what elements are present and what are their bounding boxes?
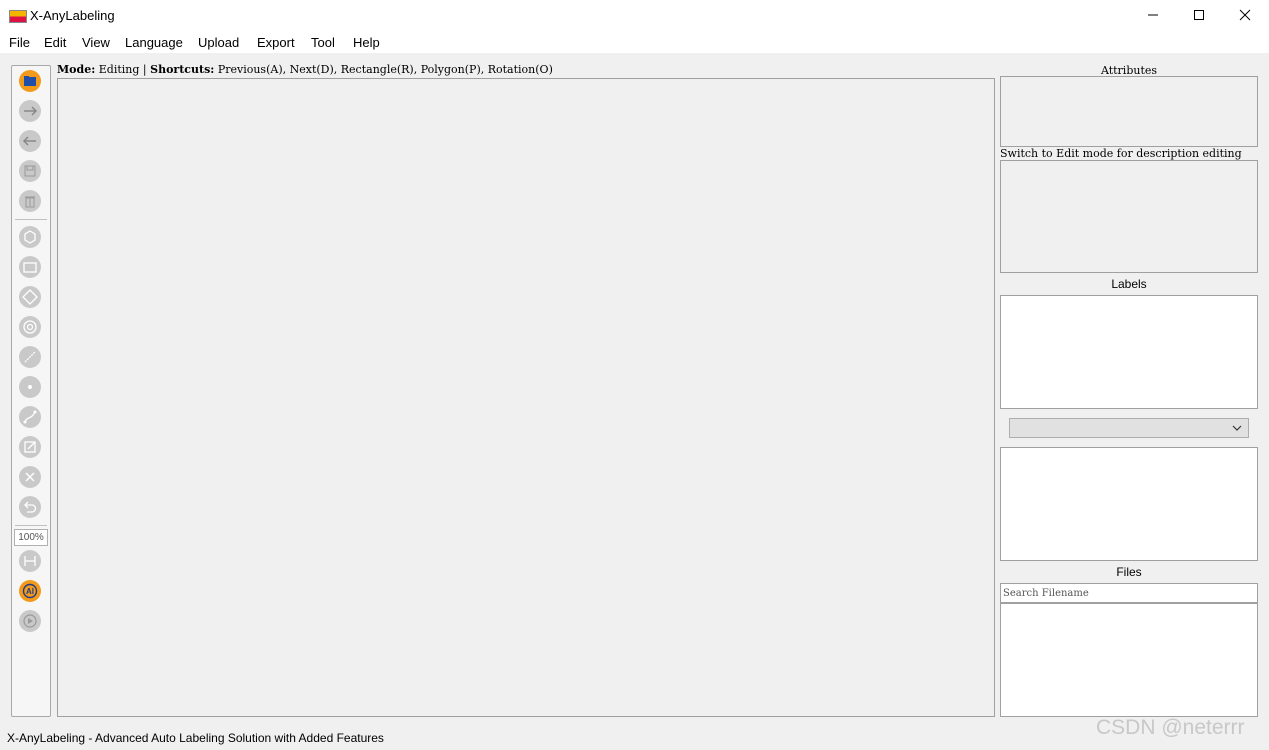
menu-edit[interactable]: Edit bbox=[44, 35, 66, 50]
menu-view[interactable]: View bbox=[82, 35, 110, 50]
close-button[interactable] bbox=[1222, 0, 1268, 31]
labels-title: Labels bbox=[1111, 277, 1147, 291]
tools-toolbar: 100% AI bbox=[11, 65, 51, 717]
linestrip-icon bbox=[23, 410, 37, 424]
description-panel[interactable] bbox=[1000, 160, 1258, 273]
mode-shortcuts-line: Mode: Editing | Shortcuts: Previous(A), … bbox=[57, 63, 553, 76]
create-line-button[interactable] bbox=[19, 346, 41, 368]
fit-width-icon bbox=[24, 556, 36, 566]
maximize-button[interactable] bbox=[1176, 0, 1222, 31]
delete-polygon-button[interactable] bbox=[19, 466, 41, 488]
fit-width-button[interactable] bbox=[19, 550, 41, 572]
line-icon bbox=[24, 351, 36, 363]
mode-value: Editing bbox=[98, 63, 140, 76]
label-filter-dropdown[interactable] bbox=[1009, 418, 1249, 438]
folder-open-icon bbox=[24, 76, 36, 86]
close-icon bbox=[1239, 9, 1251, 21]
edit-icon bbox=[24, 441, 36, 453]
files-title: Files bbox=[1116, 565, 1142, 579]
auto-labeling-button[interactable]: AI bbox=[19, 580, 41, 602]
arrow-left-icon bbox=[22, 136, 36, 146]
delete-file-button[interactable] bbox=[19, 190, 41, 212]
edit-polygon-button[interactable] bbox=[19, 436, 41, 458]
image-canvas[interactable] bbox=[57, 78, 995, 717]
shortcuts-value: Previous(A), Next(D), Rectangle(R), Poly… bbox=[217, 63, 553, 76]
create-rectangle-button[interactable] bbox=[19, 256, 41, 278]
arrow-right-icon bbox=[24, 106, 38, 116]
polygon-icon bbox=[24, 230, 36, 244]
shortcuts-label: Shortcuts: bbox=[150, 63, 215, 76]
minimize-button[interactable] bbox=[1130, 0, 1176, 31]
mode-label: Mode: bbox=[57, 63, 96, 76]
previous-image-button[interactable] bbox=[19, 130, 41, 152]
menu-help[interactable]: Help bbox=[353, 35, 380, 50]
next-image-button[interactable] bbox=[19, 100, 41, 122]
create-rotation-button[interactable] bbox=[19, 286, 41, 308]
undo-button[interactable] bbox=[19, 496, 41, 518]
create-linestrip-button[interactable] bbox=[19, 406, 41, 428]
menu-export[interactable]: Export bbox=[257, 35, 295, 50]
title-bar: X-AnyLabeling bbox=[0, 0, 1269, 31]
open-folder-button[interactable] bbox=[19, 70, 41, 92]
point-icon bbox=[28, 385, 32, 389]
status-bar: X-AnyLabeling - Advanced Auto Labeling S… bbox=[7, 731, 384, 745]
delete-x-icon bbox=[25, 472, 35, 482]
rectangle-icon bbox=[23, 262, 37, 273]
play-icon bbox=[23, 614, 37, 628]
run-all-button[interactable] bbox=[19, 610, 41, 632]
menu-tool[interactable]: Tool bbox=[311, 35, 335, 50]
circle-icon bbox=[23, 320, 37, 334]
create-point-button[interactable] bbox=[19, 376, 41, 398]
labels-list[interactable] bbox=[1000, 295, 1258, 409]
x-anylabeling-logo-icon bbox=[9, 10, 27, 23]
menu-upload[interactable]: Upload bbox=[198, 35, 239, 50]
create-polygon-button[interactable] bbox=[19, 226, 41, 248]
menu-language[interactable]: Language bbox=[125, 35, 183, 50]
files-list[interactable] bbox=[1000, 603, 1258, 717]
window-title: X-AnyLabeling bbox=[30, 8, 115, 23]
description-hint: Switch to Edit mode for description edit… bbox=[1000, 147, 1242, 160]
watermark: CSDN @neterrr bbox=[1096, 716, 1245, 739]
attributes-panel[interactable] bbox=[1000, 76, 1258, 147]
minimize-icon bbox=[1148, 14, 1158, 16]
menu-file[interactable]: File bbox=[9, 35, 30, 50]
zoom-level-field[interactable]: 100% bbox=[14, 529, 48, 546]
create-circle-button[interactable] bbox=[19, 316, 41, 338]
maximize-icon bbox=[1194, 10, 1204, 20]
save-button[interactable] bbox=[19, 160, 41, 182]
ai-icon: AI bbox=[22, 583, 38, 599]
rotation-diamond-icon bbox=[22, 289, 38, 305]
mode-divider: | bbox=[142, 63, 147, 76]
trash-icon bbox=[25, 196, 35, 208]
unique-labels-list[interactable] bbox=[1000, 447, 1258, 561]
toolbar-separator bbox=[15, 219, 47, 220]
search-filename-input[interactable] bbox=[1000, 583, 1258, 603]
svg-text:AI: AI bbox=[26, 587, 34, 596]
menu-bar: File Edit View Language Upload Export To… bbox=[0, 31, 1269, 53]
save-icon bbox=[24, 165, 36, 177]
toolbar-separator bbox=[15, 525, 47, 526]
undo-icon bbox=[24, 501, 37, 513]
chevron-down-icon bbox=[1232, 425, 1242, 431]
